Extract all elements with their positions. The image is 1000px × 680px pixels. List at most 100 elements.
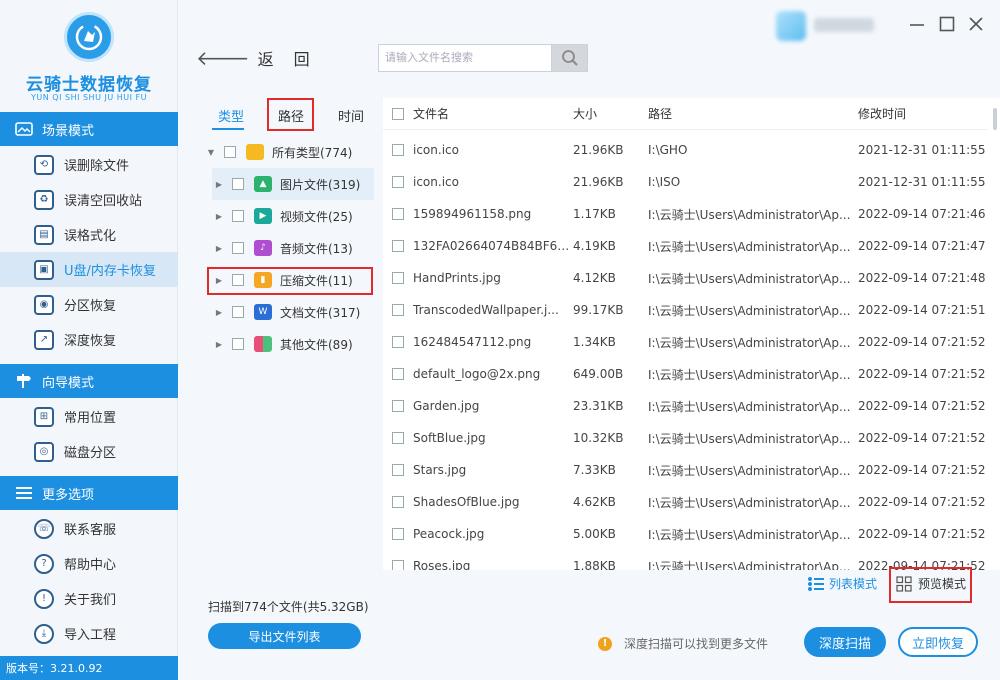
checkbox[interactable] <box>232 274 244 286</box>
column-header-path[interactable]: 路径 <box>648 105 858 122</box>
search-input[interactable]: 请输入文件名搜索 <box>378 44 552 72</box>
list-mode-button[interactable]: 列表模式 <box>808 575 877 592</box>
tab-time[interactable]: 时间 <box>338 106 364 125</box>
cell-file-path: I:\云骑士\Users\Administrator\Ap... <box>648 399 851 414</box>
help-icon: ? <box>34 553 54 574</box>
cell-modified-time: 2022-09-14 07:21:52 <box>858 559 986 570</box>
table-row[interactable]: TranscodedWallpaper.j... 99.17KB I:\云骑士\Us… <box>383 294 988 326</box>
close-button[interactable] <box>966 14 986 34</box>
tree-item-other[interactable]: ▶ 其他文件(89) <box>212 328 382 360</box>
section-more-options[interactable]: 更多选项 <box>0 476 178 510</box>
column-header-name[interactable]: 文件名 <box>413 105 573 122</box>
sidebar-item-recycle-bin[interactable]: ♻ 误清空回收站 <box>0 182 178 217</box>
sidebar-item-usb-card[interactable]: ▣ U盘/内存卡恢复 <box>0 252 178 287</box>
table-row[interactable]: Garden.jpg 23.31KB I:\云骑士\Users\Administra… <box>383 390 988 422</box>
cell-modified-time: 2021-12-31 01:11:55 <box>858 175 986 189</box>
tree-item-archives[interactable]: ▶ ▮ 压缩文件(11) <box>212 264 382 296</box>
table-row[interactable]: 132FA02664074B84BF67... 4.19KB I:\云骑士\User… <box>383 230 988 262</box>
row-checkbox[interactable] <box>392 528 404 540</box>
preview-mode-button[interactable]: 预览模式 <box>896 575 966 592</box>
tree-item-videos[interactable]: ▶ ▶ 视频文件(25) <box>212 200 382 232</box>
cell-file-size: 4.19KB <box>573 239 616 253</box>
row-checkbox[interactable] <box>392 496 404 508</box>
table-row[interactable]: Peacock.jpg 5.00KB I:\云骑士\Users\Administra… <box>383 518 988 550</box>
sidebar-item-import-project[interactable]: ⤓ 导入工程 <box>0 616 178 651</box>
row-checkbox[interactable] <box>392 240 404 252</box>
row-checkbox[interactable] <box>392 432 404 444</box>
row-checkbox[interactable] <box>392 208 404 220</box>
row-checkbox[interactable] <box>392 272 404 284</box>
search-button[interactable] <box>551 44 588 72</box>
maximize-button[interactable] <box>937 14 957 34</box>
tree-item-all-types[interactable]: ▼ 所有类型(774) <box>204 136 374 168</box>
expand-arrow-icon[interactable]: ▶ <box>212 212 226 221</box>
collapse-arrow-icon[interactable]: ▼ <box>204 148 218 157</box>
cell-file-path: I:\云骑士\Users\Administrator\Ap... <box>648 431 851 446</box>
table-row[interactable]: 162484547112.png 1.34KB I:\云骑士\Users\Admin… <box>383 326 988 358</box>
section-guide-mode[interactable]: 向导模式 <box>0 364 178 398</box>
row-checkbox[interactable] <box>392 176 404 188</box>
tree-item-audio[interactable]: ▶ ♪ 音频文件(13) <box>212 232 382 264</box>
sidebar-item-format[interactable]: ▤ 误格式化 <box>0 217 178 252</box>
partition-icon: ◉ <box>34 294 54 315</box>
tree-item-images[interactable]: ▶ ▲ 图片文件(319) <box>212 168 374 200</box>
sidebar-item-about-us[interactable]: ! 关于我们 <box>0 581 178 616</box>
version-label: 版本号：3.21.0.92 <box>0 656 178 680</box>
checkbox[interactable] <box>232 178 244 190</box>
sidebar-item-deleted-files[interactable]: ⟲ 误删除文件 <box>0 147 178 182</box>
cell-file-path: I:\云骑士\Users\Administrator\Ap... <box>648 495 851 510</box>
table-row[interactable]: ShadesOfBlue.jpg 4.62KB I:\云骑士\Users\Admin… <box>383 486 988 518</box>
minimize-button[interactable] <box>907 14 927 34</box>
sidebar-item-partition[interactable]: ◉ 分区恢复 <box>0 287 178 322</box>
checkbox[interactable] <box>224 146 236 158</box>
table-row[interactable]: Roses.jpg 1.88KB I:\云骑士\Users\Administrato… <box>383 550 988 570</box>
cell-file-path: I:\云骑士\Users\Administrator\Ap... <box>648 527 851 542</box>
checkbox[interactable] <box>232 242 244 254</box>
back-label: 返 <box>257 50 274 69</box>
table-row[interactable]: icon.ico 21.96KB I:\GHO 2021-12-31 01:11:55 <box>383 134 988 166</box>
column-header-time[interactable]: 修改时间 <box>858 105 988 122</box>
table-row[interactable]: 159894961158.png 1.17KB I:\云骑士\Users\Admin… <box>383 198 988 230</box>
expand-arrow-icon[interactable]: ▶ <box>212 180 226 189</box>
avatar[interactable] <box>776 11 806 41</box>
table-row[interactable]: HandPrints.jpg 4.12KB I:\云骑士\Users\Adminis… <box>383 262 988 294</box>
tab-path[interactable]: 路径 <box>278 106 304 125</box>
row-checkbox[interactable] <box>392 400 404 412</box>
select-all-checkbox[interactable] <box>392 107 404 120</box>
scrollbar[interactable] <box>993 108 997 130</box>
export-list-button[interactable]: 导出文件列表 <box>208 623 361 649</box>
format-icon: ▤ <box>34 224 54 245</box>
sidebar-item-contact-support[interactable]: ☏ 联系客服 <box>0 511 178 546</box>
table-row[interactable]: Stars.jpg 7.33KB I:\云骑士\Users\Administrato… <box>383 454 988 486</box>
table-row[interactable]: icon.ico 21.96KB I:\ISO 2021-12-31 01:11:55 <box>383 166 988 198</box>
checkbox[interactable] <box>232 210 244 222</box>
deep-scan-button[interactable]: 深度扫描 <box>804 627 886 657</box>
sidebar-item-help-center[interactable]: ? 帮助中心 <box>0 546 178 581</box>
column-header-size[interactable]: 大小 <box>573 105 648 122</box>
expand-arrow-icon[interactable]: ▶ <box>212 244 226 253</box>
checkbox[interactable] <box>232 306 244 318</box>
sidebar-item-disk-partition[interactable]: ◎ 磁盘分区 <box>0 434 178 469</box>
tree-item-documents[interactable]: ▶ W 文档文件(317) <box>212 296 382 328</box>
tab-type[interactable]: 类型 <box>218 106 244 125</box>
expand-arrow-icon[interactable]: ▶ <box>212 308 226 317</box>
row-checkbox[interactable] <box>392 560 404 570</box>
row-checkbox[interactable] <box>392 464 404 476</box>
table-row[interactable]: SoftBlue.jpg 10.32KB I:\云骑士\Users\Administ… <box>383 422 988 454</box>
expand-arrow-icon[interactable]: ▶ <box>212 340 226 349</box>
sidebar-item-deep-recover[interactable]: ↗ 深度恢复 <box>0 322 178 357</box>
row-checkbox[interactable] <box>392 304 404 316</box>
checkbox[interactable] <box>232 338 244 350</box>
row-checkbox[interactable] <box>392 144 404 156</box>
back-button[interactable]: 🡐 返 回 <box>196 46 310 70</box>
cell-file-name: HandPrints.jpg <box>413 271 501 285</box>
recover-now-button[interactable]: 立即恢复 <box>898 627 978 657</box>
section-scene-mode[interactable]: 场景模式 <box>0 112 178 146</box>
row-checkbox[interactable] <box>392 368 404 380</box>
expand-arrow-icon[interactable]: ▶ <box>212 276 226 285</box>
sidebar-item-common-locations[interactable]: ⊞ 常用位置 <box>0 399 178 434</box>
row-checkbox[interactable] <box>392 336 404 348</box>
deleted-file-icon: ⟲ <box>34 154 54 175</box>
sidebar-item-label: 帮助中心 <box>64 558 117 573</box>
table-row[interactable]: default_logo@2x.png 649.00B I:\云骑士\Users\A… <box>383 358 988 390</box>
